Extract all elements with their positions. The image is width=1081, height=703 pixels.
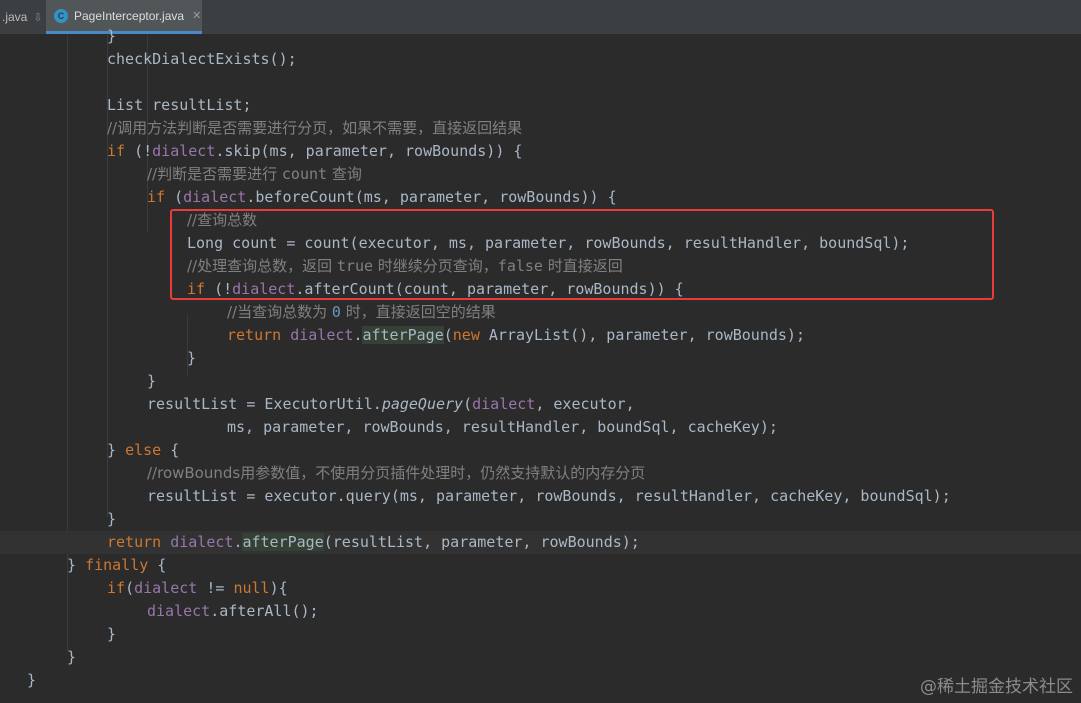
field-ref: dialect (134, 579, 198, 597)
code-line: if(dialect != null){ (107, 577, 288, 600)
tab-previous-label: .java (2, 10, 28, 24)
method-ref: afterPage (242, 533, 324, 551)
comment-text: //当查询总数为 (227, 303, 332, 321)
tab-page-interceptor[interactable]: C PageInterceptor.java ✕ (46, 0, 202, 34)
keyword: null (233, 579, 270, 597)
code-text: ( (125, 579, 135, 597)
code-text: { (148, 556, 167, 574)
method-ref: afterPage (362, 326, 444, 344)
keyword: if (107, 579, 126, 597)
code-text: .afterAll(); (210, 602, 319, 620)
comment-text: //rowBounds用参数值，不使用分页插件处理时，仍然支持默认的内存分页 (147, 464, 646, 482)
code-text: .beforeCount(ms, parameter, rowBounds)) … (246, 188, 617, 206)
keyword: if (107, 142, 126, 160)
code-text: } (187, 349, 197, 367)
code-text: ms, parameter, rowBounds, resultHandler,… (227, 418, 778, 436)
code-text: resultList = ExecutorUtil. (147, 395, 382, 413)
code-line: } (107, 508, 116, 531)
field-ref: dialect (290, 326, 354, 344)
pin-icon[interactable]: ⇩ (33, 11, 42, 24)
code-text: } (107, 625, 117, 643)
close-icon[interactable]: ✕ (192, 9, 201, 22)
comment-text: count (281, 165, 328, 183)
keyword: if (147, 188, 166, 206)
code-line: dialect.afterAll(); (147, 600, 319, 623)
field-ref: dialect (183, 188, 247, 206)
editor-tab-bar: .java ⇩ C PageInterceptor.java ✕ (0, 0, 1081, 35)
keyword: new (452, 326, 480, 344)
code-line: } (107, 25, 116, 48)
code-line: List resultList; (107, 94, 252, 117)
code-comment: //调用方法判断是否需要进行分页，如果不需要，直接返回结果 (107, 117, 522, 140)
code-text: .skip(ms, parameter, rowBounds)) { (215, 142, 523, 160)
comment-number: 0 (331, 303, 341, 321)
field-ref: dialect (472, 395, 536, 413)
code-line: resultList = ExecutorUtil.pageQuery(dial… (147, 393, 635, 416)
code-text: ( (463, 395, 473, 413)
keyword: else (125, 441, 162, 459)
code-editor[interactable]: } checkDialectExists(); List resultList;… (0, 27, 1081, 703)
code-line: if (dialect.beforeCount(ms, parameter, r… (147, 186, 617, 209)
current-line: return dialect.afterPage(resultList, par… (0, 531, 1081, 554)
code-text: ( (165, 188, 184, 206)
code-line: resultList = executor.query(ms, paramete… (147, 485, 951, 508)
keyword: finally (85, 556, 149, 574)
code-line: ms, parameter, rowBounds, resultHandler,… (227, 416, 778, 439)
field-ref: dialect (147, 602, 211, 620)
field-ref: dialect (152, 142, 216, 160)
code-text: } (107, 510, 117, 528)
highlight-box (170, 209, 994, 300)
code-text: != (197, 579, 234, 597)
tab-active-label: PageInterceptor.java (74, 8, 185, 23)
keyword: return (227, 326, 282, 344)
comment-text: 时，直接返回空的结果 (340, 303, 496, 321)
code-line: } (67, 646, 76, 669)
code-comment: //当查询总数为 0 时，直接返回空的结果 (227, 301, 496, 324)
code-line: } (107, 623, 116, 646)
keyword: return (107, 533, 162, 551)
comment-text: //调用方法判断是否需要进行分页，如果不需要，直接返回结果 (107, 119, 523, 137)
code-text: { (161, 441, 180, 459)
code-text: } (107, 27, 117, 45)
code-line: } else { (107, 439, 179, 462)
static-method: pageQuery (381, 395, 464, 413)
java-class-icon: C (54, 8, 68, 23)
code-text: } (107, 441, 126, 459)
tab-previous-file[interactable]: .java ⇩ (0, 0, 44, 34)
code-line: } (147, 370, 156, 393)
code-line: checkDialectExists(); (107, 48, 297, 71)
code-text: } (27, 671, 37, 689)
code-text: } (67, 556, 86, 574)
code-line: if (!dialect.skip(ms, parameter, rowBoun… (107, 140, 522, 163)
code-text: (resultList, parameter, rowBounds); (323, 533, 640, 551)
comment-text: //判断是否需要进行 (147, 165, 282, 183)
watermark: @稀土掘金技术社区 (920, 677, 1073, 697)
code-line: } (187, 347, 196, 370)
code-text: List resultList; (107, 96, 252, 114)
code-text: } (67, 648, 77, 666)
code-text: (! (125, 142, 153, 160)
code-text: } (147, 372, 157, 390)
code-text: resultList = executor.query(ms, paramete… (147, 487, 951, 505)
code-text: ArrayList(), parameter, rowBounds); (479, 326, 805, 344)
code-comment: //判断是否需要进行 count 查询 (147, 163, 362, 186)
comment-text: 查询 (327, 165, 362, 183)
field-ref: dialect (170, 533, 234, 551)
code-line: return dialect.afterPage(new ArrayList()… (227, 324, 805, 347)
code-line: } (27, 669, 36, 692)
code-line: } finally { (67, 554, 166, 577)
code-text: , executor, (535, 395, 635, 413)
code-text: checkDialectExists(); (107, 50, 297, 68)
code-text: ){ (269, 579, 288, 597)
code-text: ( (443, 326, 453, 344)
code-comment: //rowBounds用参数值，不使用分页插件处理时，仍然支持默认的内存分页 (147, 462, 645, 485)
